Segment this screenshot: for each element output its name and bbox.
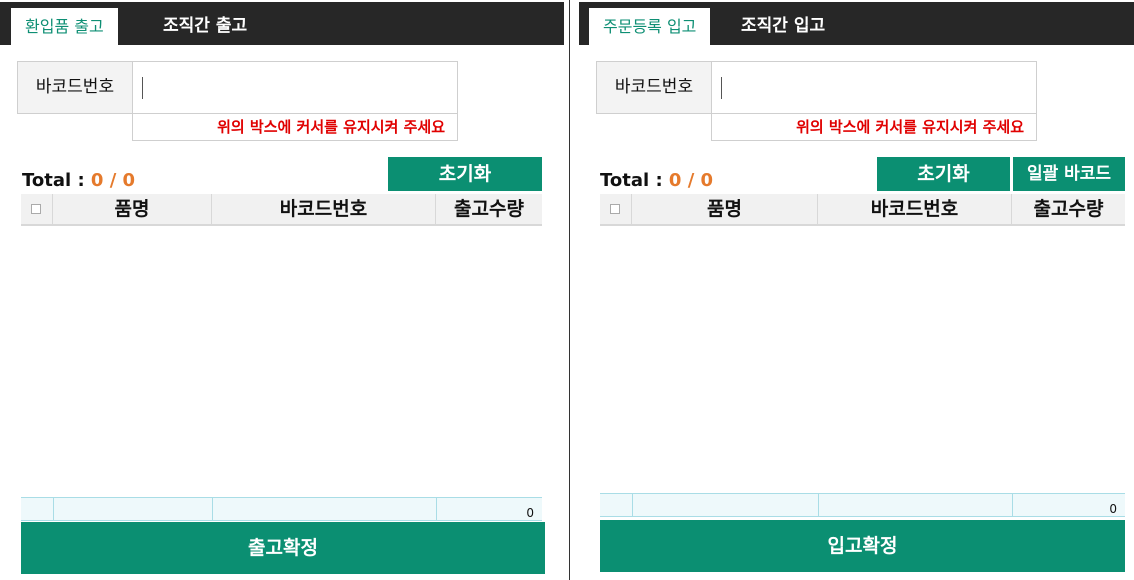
tab-bar: 주문등록 입고 조직간 입고: [579, 2, 1134, 45]
total-count: Total : 0 / 0: [600, 170, 713, 191]
column-divider: [1012, 494, 1013, 516]
select-all-checkbox[interactable]: [31, 204, 41, 214]
grid-body: [600, 226, 1125, 494]
confirm-inbound-button[interactable]: 입고확정: [600, 520, 1125, 572]
tab-order-inbound[interactable]: 주문등록 입고: [589, 8, 711, 45]
total-value: 0 / 0: [90, 170, 136, 191]
grid-header: 품명 바코드번호 출고수량: [600, 194, 1125, 226]
grid-body: [21, 226, 542, 498]
panel-divider: [569, 0, 570, 580]
reset-button[interactable]: 초기화: [388, 157, 542, 191]
column-divider: [53, 498, 54, 520]
barcode-input[interactable]: [713, 62, 1036, 113]
col-header-barcode[interactable]: 바코드번호: [818, 194, 1012, 224]
cursor-hint-text: 위의 박스에 커서를 유지시켜 주세요: [711, 113, 1037, 141]
column-divider: [818, 494, 819, 516]
total-value: 0 / 0: [668, 170, 714, 191]
reset-button[interactable]: 초기화: [877, 157, 1010, 191]
select-all-checkbox[interactable]: [610, 204, 620, 214]
tab-org-outbound[interactable]: 조직간 출고: [163, 8, 247, 45]
col-header-quantity[interactable]: 출고수량: [1012, 194, 1125, 224]
col-header-item-name[interactable]: 품명: [632, 194, 818, 224]
barcode-label: 바코드번호: [597, 62, 712, 113]
barcode-input[interactable]: [134, 62, 457, 113]
outbound-panel: 환입품 출고 조직간 출고 바코드번호 위의 박스에 커서를 유지시켜 주세요 …: [0, 0, 566, 580]
grid-summary-row: 0: [21, 497, 542, 521]
barcode-field-group: 바코드번호: [17, 61, 458, 114]
confirm-outbound-button[interactable]: 출고확정: [21, 522, 545, 574]
barcode-label: 바코드번호: [18, 62, 133, 113]
text-cursor: [721, 77, 722, 99]
quantity-sum: 0: [526, 506, 534, 520]
column-divider: [632, 494, 633, 516]
bulk-barcode-button[interactable]: 일괄 바코드: [1013, 157, 1125, 191]
total-label: Total :: [600, 170, 663, 191]
tab-org-inbound[interactable]: 조직간 입고: [741, 8, 825, 45]
column-divider: [212, 498, 213, 520]
select-all-cell: [21, 194, 53, 224]
tab-return-outbound[interactable]: 환입품 출고: [11, 8, 118, 45]
total-label: Total :: [22, 170, 85, 191]
grid-summary-row: 0: [600, 493, 1125, 517]
column-divider: [436, 498, 437, 520]
cursor-hint-text: 위의 박스에 커서를 유지시켜 주세요: [132, 113, 458, 141]
barcode-field-group: 바코드번호: [596, 61, 1037, 114]
inbound-panel: 주문등록 입고 조직간 입고 바코드번호 위의 박스에 커서를 유지시켜 주세요…: [579, 0, 1134, 580]
col-header-barcode[interactable]: 바코드번호: [212, 194, 436, 224]
tab-bar: 환입품 출고 조직간 출고: [0, 2, 564, 45]
col-header-quantity[interactable]: 출고수량: [436, 194, 542, 224]
col-header-item-name[interactable]: 품명: [53, 194, 212, 224]
quantity-sum: 0: [1109, 502, 1117, 516]
select-all-cell: [600, 194, 632, 224]
total-count: Total : 0 / 0: [22, 170, 135, 191]
grid-header: 품명 바코드번호 출고수량: [21, 194, 542, 226]
text-cursor: [142, 77, 143, 99]
